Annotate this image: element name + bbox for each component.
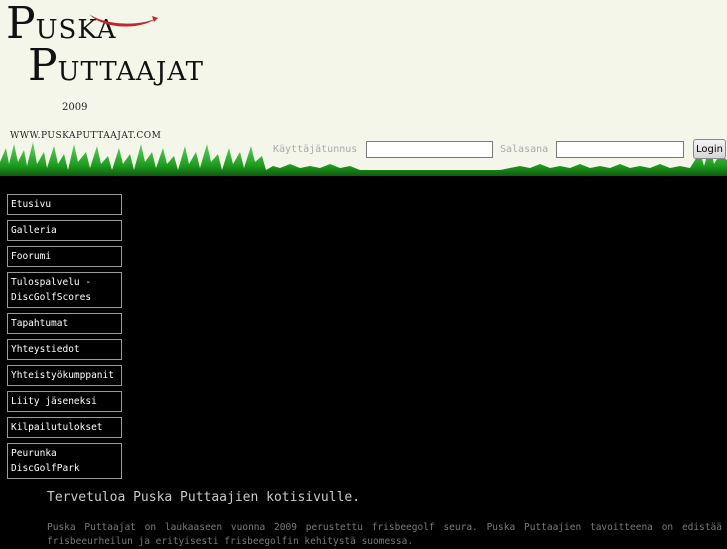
logo-initial: P — [28, 40, 58, 91]
nav-item-yhteystiedot[interactable]: Yhteystiedot — [7, 339, 122, 360]
logo-year: 2009 — [62, 102, 88, 113]
nav-item-tulospalvelu[interactable]: Tulospalvelu - DiscGolfScores — [7, 272, 122, 308]
main-navigation: Etusivu Galleria Foorumi Tulospalvelu - … — [7, 194, 122, 484]
nav-item-peurunka[interactable]: Peurunka DiscGolfPark — [7, 443, 122, 479]
password-input[interactable] — [556, 141, 684, 158]
login-button[interactable]: Login — [693, 139, 726, 159]
logo-line2: PUTTAAJAT — [28, 44, 204, 88]
nav-item-foorumi[interactable]: Foorumi — [7, 246, 122, 267]
header: PUSKA PUTTAAJAT 2009 WWW.PUSKAPUTTAAJAT.… — [0, 0, 727, 190]
password-label: Salasana — [500, 144, 549, 155]
username-input[interactable] — [366, 141, 493, 158]
page-title: Tervetuloa Puska Puttaajien kotisivulle. — [47, 490, 361, 505]
nav-item-kilpailutulokset[interactable]: Kilpailutulokset — [7, 417, 122, 438]
nav-item-galleria[interactable]: Galleria — [7, 220, 122, 241]
logo-word: UTTAAJAT — [57, 57, 204, 87]
nav-item-yhteistyokumppanit[interactable]: Yhteistyökumppanit — [7, 365, 122, 386]
swoosh-logo-icon — [89, 14, 158, 27]
nav-item-etusivu[interactable]: Etusivu — [7, 194, 122, 215]
nav-item-liity-jaseneksi[interactable]: Liity jäseneksi — [7, 391, 122, 412]
username-label: Käyttäjätunnus — [273, 144, 358, 155]
nav-item-tapahtumat[interactable]: Tapahtumat — [7, 313, 122, 334]
